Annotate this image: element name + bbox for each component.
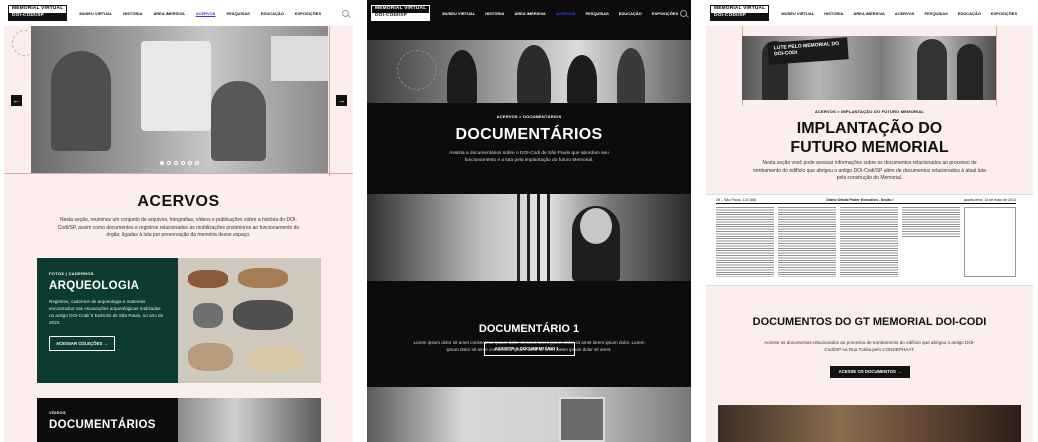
carousel-next-arrow-icon[interactable]: → — [336, 95, 347, 106]
menu-item-educacao[interactable]: EDUCAÇÃO — [619, 11, 642, 16]
search-icon[interactable] — [342, 9, 349, 17]
menu-item-museu-virtual[interactable]: MUSEU VIRTUAL — [781, 11, 814, 16]
top-navigation: MEMORIAL VIRTUAL DOI-CODI/SP MUSEU VIRTU… — [706, 0, 1033, 26]
carousel-dot[interactable] — [195, 161, 199, 165]
acervos-page-screen: MEMORIAL VIRTUAL DOI-CODI/SP MUSEU VIRTU… — [4, 0, 353, 442]
arrow-right-icon: → — [897, 369, 902, 374]
documentary-title: DOCUMENTÁRIO 1 — [478, 323, 580, 335]
portrait-photo — [559, 397, 605, 442]
top-navigation: MEMORIAL VIRTUAL DOI-CODI/SP MUSEU VIRTU… — [4, 0, 353, 26]
menu-item-historia[interactable]: HISTÓRIA — [824, 11, 843, 16]
newspaper-header: 28 – São Paulo, 124 (88) Diário Oficial … — [716, 198, 1016, 204]
breadcrumb[interactable]: ACERVOS > IMPLANTAÇÃO DO FUTURO MEMORIAL — [706, 109, 1033, 114]
menu-item-educacao[interactable]: EDUCAÇÃO — [958, 11, 981, 16]
menu-item-exposicoes[interactable]: EXPOSIÇÕES — [991, 11, 1017, 16]
collection-card-documentarios: VÍDEOS DOCUMENTÁRIOS — [37, 398, 321, 442]
menu-item-pesquisas[interactable]: PESQUISAS — [585, 11, 608, 16]
card-kicker: VÍDEOS — [49, 410, 66, 415]
menu-item-educacao[interactable]: EDUCAÇÃO — [261, 11, 284, 16]
documentary-still-image — [367, 194, 691, 281]
arqueologia-photo — [178, 258, 321, 383]
site-logo[interactable]: MEMORIAL VIRTUAL DOI-CODI/SP — [710, 5, 770, 21]
section-description: Acesse os documentos relacionados ao pro… — [764, 340, 975, 352]
menu-item-acervos[interactable]: ACERVOS — [895, 11, 915, 16]
menu-item-historia[interactable]: HISTÓRIA — [123, 11, 142, 16]
menu-item-historia[interactable]: HISTÓRIA — [485, 11, 504, 16]
carousel-dot[interactable] — [181, 161, 185, 165]
carousel-dot[interactable] — [174, 161, 178, 165]
site-logo[interactable]: MEMORIAL VIRTUAL DOI-CODI/SP — [371, 5, 431, 21]
collection-card-arqueologia: FOTOS | CADERNOS ARQUEOLOGIA Registros, … — [37, 258, 321, 383]
page-description: Nesta seção você pode acessar informaçõe… — [753, 160, 986, 181]
site-logo[interactable]: MEMORIAL VIRTUAL DOI-CODI/SP — [8, 5, 68, 21]
carousel-dot[interactable] — [160, 161, 164, 165]
access-documents-button[interactable]: ACESSE OS DOCUMENTOS → — [830, 366, 910, 378]
hero-carousel-image — [31, 26, 328, 173]
bottom-photo — [718, 405, 1021, 442]
carousel-pagination — [31, 161, 328, 165]
card-kicker: FOTOS | CADERNOS — [49, 271, 94, 276]
card-title: DOCUMENTÁRIOS — [49, 419, 156, 431]
watch-documentary-button[interactable]: ASSISTIR A DOCUMENTÁRIO 1 → — [484, 342, 575, 356]
search-icon[interactable] — [680, 9, 687, 17]
menu-item-museu-virtual[interactable]: MUSEU VIRTUAL — [79, 11, 112, 16]
page-title: IMPLANTAÇÃO DO FUTURO MEMORIAL — [790, 120, 949, 156]
breadcrumb[interactable]: ACERVOS > DOCUMENTÁRIOS — [367, 114, 691, 119]
menu-item-area-imersiva[interactable]: ÁREA IMERSIVA — [853, 11, 884, 16]
decorative-line — [329, 26, 330, 176]
menu-item-pesquisas[interactable]: PESQUISAS — [924, 11, 947, 16]
carousel-prev-arrow-icon[interactable]: ← — [11, 95, 22, 106]
arrow-right-icon: → — [103, 341, 108, 346]
main-menu: MUSEU VIRTUAL HISTÓRIA ÁREA IMERSIVA ACE… — [781, 11, 1017, 16]
newspaper-document-image: 28 – São Paulo, 124 (88) Diário Oficial … — [706, 194, 1033, 286]
card-title: ARQUEOLOGIA — [49, 280, 140, 292]
arrow-right-icon: → — [560, 346, 565, 351]
menu-item-exposicoes[interactable]: EXPOSIÇÕES — [295, 11, 321, 16]
page-description: Assista a documentários sobre o DOI-Codi… — [449, 151, 609, 163]
carousel-dot[interactable] — [188, 161, 192, 165]
carousel-dot[interactable] — [167, 161, 171, 165]
top-navigation: MEMORIAL VIRTUAL DOI-CODI/SP MUSEU VIRTU… — [367, 0, 691, 26]
main-menu: MUSEU VIRTUAL HISTÓRIA ÁREA IMERSIVA ACE… — [79, 11, 321, 16]
page-title: ACERVOS — [137, 193, 220, 210]
menu-item-pesquisas[interactable]: PESQUISAS — [226, 11, 249, 16]
menu-item-area-imersiva[interactable]: ÁREA IMERSIVA — [153, 11, 184, 16]
decorative-circle — [397, 50, 437, 90]
menu-item-museu-virtual[interactable]: MUSEU VIRTUAL — [442, 11, 475, 16]
decorative-line — [996, 26, 997, 106]
access-collections-button[interactable]: ACESSAR COLEÇÕES → — [49, 336, 115, 351]
menu-item-exposicoes[interactable]: EXPOSIÇÕES — [652, 11, 678, 16]
page-title: DOCUMENTÁRIOS — [455, 126, 603, 143]
menu-item-acervos[interactable]: ACERVOS — [196, 11, 216, 16]
documentarios-page-screen: MEMORIAL VIRTUAL DOI-CODI/SP MUSEU VIRTU… — [367, 0, 691, 442]
implantacao-page-screen: MEMORIAL VIRTUAL DOI-CODI/SP MUSEU VIRTU… — [706, 0, 1033, 442]
menu-item-area-imersiva[interactable]: ÁREA IMERSIVA — [514, 11, 545, 16]
menu-item-acervos[interactable]: ACERVOS — [556, 11, 576, 16]
page-description: Nesta seção, reunimos um conjunto de arq… — [57, 217, 300, 238]
decorative-line — [4, 173, 353, 174]
card-text: Registros, cadernos de arqueologia e mat… — [49, 299, 164, 325]
next-documentary-image — [367, 387, 691, 442]
section-title: DOCUMENTOS DO GT MEMORIAL DOI-CODI — [752, 316, 987, 328]
main-menu: MUSEU VIRTUAL HISTÓRIA ÁREA IMERSIVA ACE… — [442, 11, 678, 16]
documentarios-photo — [178, 398, 321, 442]
